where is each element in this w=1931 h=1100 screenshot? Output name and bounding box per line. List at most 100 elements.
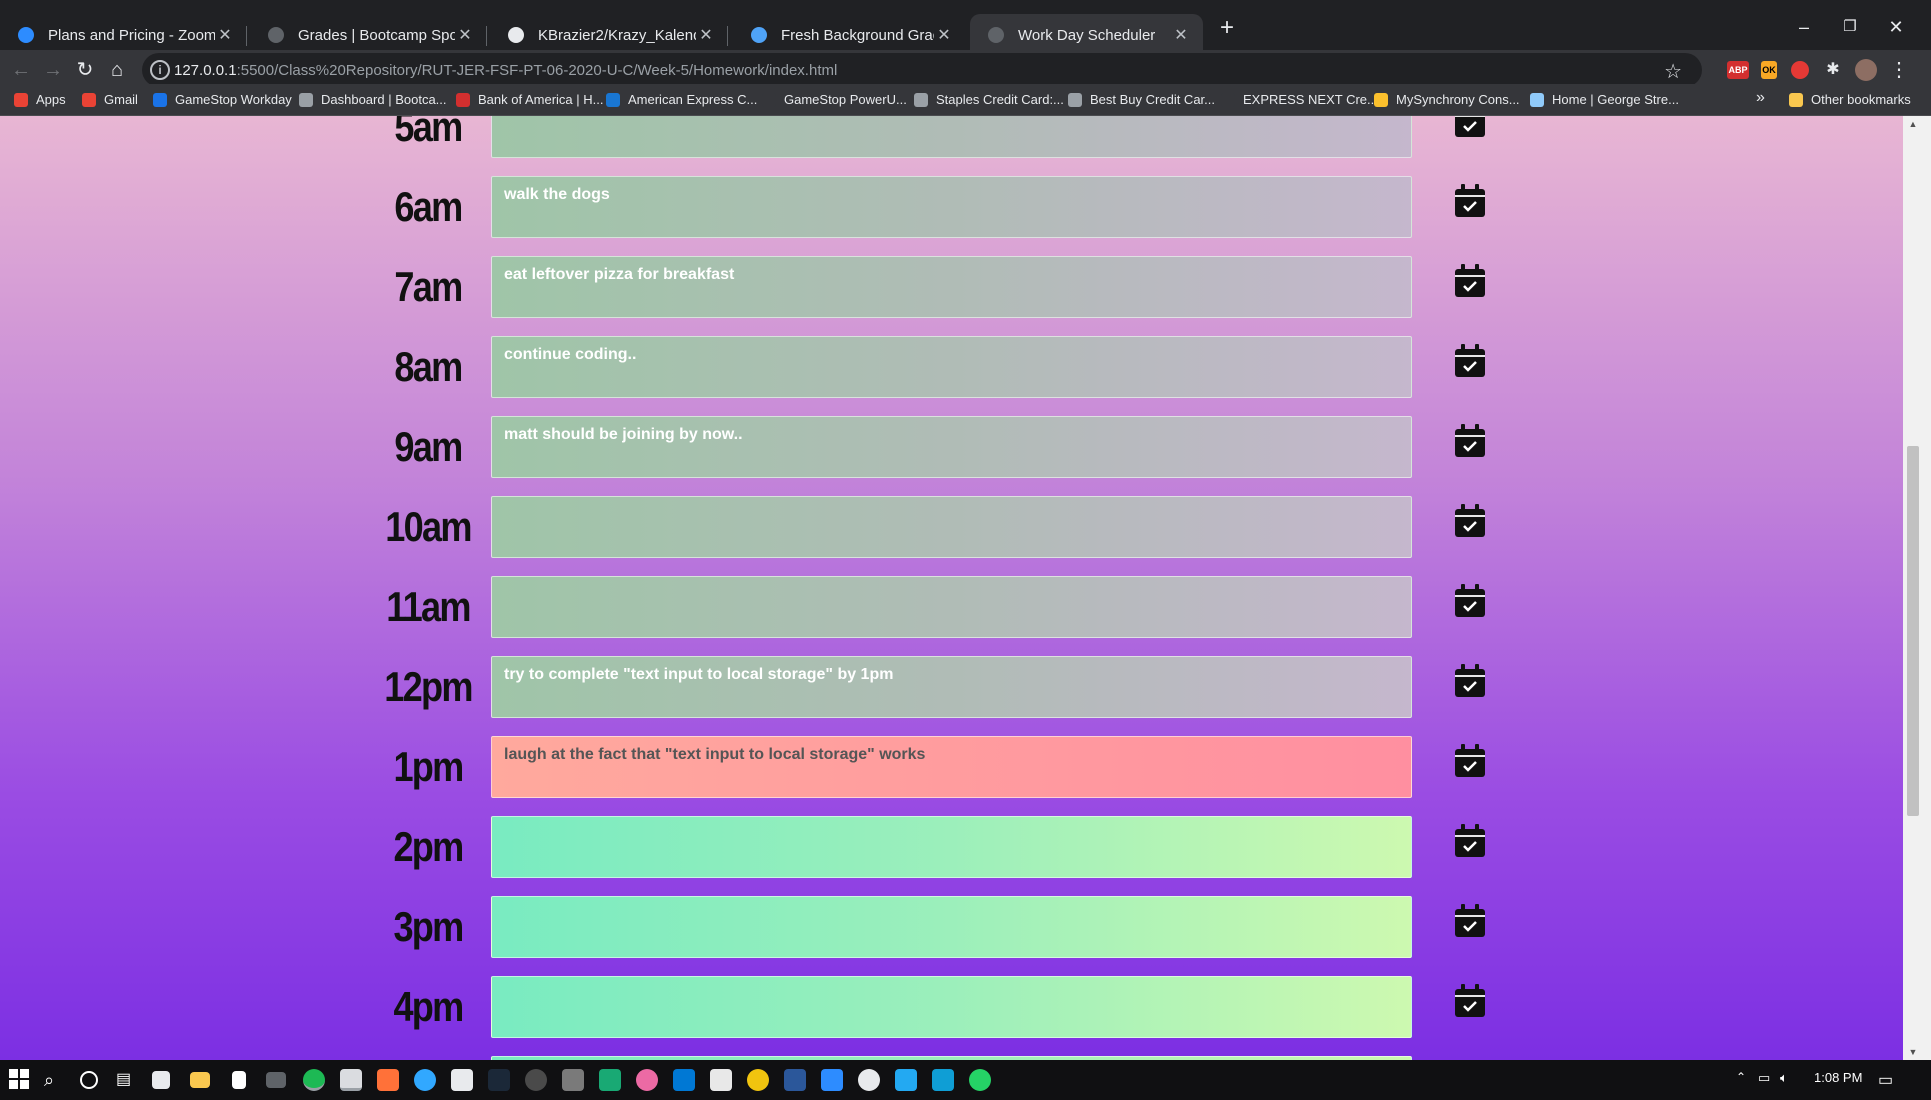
bookmark-item[interactable]: Bank of America | H... bbox=[456, 92, 603, 107]
extension-ok-icon[interactable]: OK bbox=[1761, 61, 1777, 79]
hour-label: 4pm bbox=[393, 983, 464, 1030]
bookmark-item[interactable]: American Express C... bbox=[606, 92, 757, 107]
bookmark-item[interactable]: Home | George Stre... bbox=[1530, 92, 1679, 107]
save-button[interactable] bbox=[1454, 424, 1486, 458]
task-textarea[interactable] bbox=[491, 576, 1412, 638]
back-arrow-icon[interactable]: ← bbox=[6, 55, 36, 85]
tab-close-icon[interactable]: ✕ bbox=[934, 25, 954, 45]
bookmark-item[interactable]: Gmail bbox=[82, 92, 138, 107]
time-block-row: 4pm bbox=[0, 976, 1903, 1038]
notepad-icon[interactable] bbox=[232, 1071, 246, 1089]
clock[interactable]: 1:08 PM bbox=[1814, 1070, 1862, 1085]
taskbar-app-icon[interactable] bbox=[673, 1069, 695, 1091]
save-button[interactable] bbox=[1454, 904, 1486, 938]
url-text[interactable]: 127.0.0.1:5500/Class%20Repository/RUT-JE… bbox=[174, 62, 837, 79]
recorder-extension-icon[interactable] bbox=[1791, 61, 1809, 79]
task-textarea[interactable] bbox=[491, 116, 1412, 158]
scroll-down-arrow-icon[interactable]: ▼ bbox=[1903, 1044, 1923, 1060]
save-button[interactable] bbox=[1454, 584, 1486, 618]
save-button[interactable] bbox=[1454, 116, 1486, 138]
tab-close-icon[interactable]: ✕ bbox=[696, 25, 716, 45]
task-textarea[interactable] bbox=[491, 976, 1412, 1038]
scrollbar-thumb[interactable] bbox=[1907, 446, 1919, 816]
home-icon[interactable]: ⌂ bbox=[102, 55, 132, 85]
taskbar-app-icon[interactable] bbox=[525, 1069, 547, 1091]
tray-chevron-icon[interactable]: ⌃ bbox=[1736, 1070, 1746, 1084]
taskbar-app-icon[interactable] bbox=[821, 1069, 843, 1091]
taskbar-app-icon[interactable] bbox=[710, 1069, 732, 1091]
bookmark-item[interactable]: Apps bbox=[14, 92, 66, 107]
tab-close-icon[interactable]: ✕ bbox=[1171, 25, 1191, 45]
bookmark-item[interactable]: Best Buy Credit Car... bbox=[1068, 92, 1215, 107]
page-scrollbar[interactable]: ▲ ▼ bbox=[1903, 116, 1931, 1060]
forward-arrow-icon[interactable]: → bbox=[38, 55, 68, 85]
minimize-button[interactable]: – bbox=[1784, 12, 1824, 42]
taskbar-app-icon[interactable] bbox=[932, 1069, 954, 1091]
new-tab-button[interactable]: + bbox=[1213, 14, 1241, 42]
task-textarea[interactable]: laugh at the fact that "text input to lo… bbox=[491, 736, 1412, 798]
task-textarea[interactable] bbox=[491, 496, 1412, 558]
address-bar[interactable]: i 127.0.0.1:5500/Class%20Repository/RUT-… bbox=[142, 53, 1702, 87]
save-button[interactable] bbox=[1454, 184, 1486, 218]
notification-center-icon[interactable]: ▭ bbox=[1878, 1070, 1893, 1090]
store-icon[interactable] bbox=[152, 1071, 170, 1089]
taskbar-app-icon[interactable] bbox=[340, 1069, 362, 1091]
other-bookmarks[interactable]: Other bookmarks bbox=[1789, 92, 1911, 107]
tab-close-icon[interactable]: ✕ bbox=[215, 25, 235, 45]
save-button[interactable] bbox=[1454, 984, 1486, 1018]
taskbar-app-icon[interactable] bbox=[599, 1069, 621, 1091]
taskbar-app-icon[interactable] bbox=[858, 1069, 880, 1091]
bookmark-item[interactable]: MySynchrony Cons... bbox=[1374, 92, 1520, 107]
taskbar-app-icon[interactable] bbox=[636, 1069, 658, 1091]
task-view-icon[interactable]: ▤ bbox=[116, 1069, 138, 1091]
site-info-icon[interactable]: i bbox=[150, 60, 170, 80]
taskbar-app-icon[interactable] bbox=[451, 1069, 473, 1091]
profile-avatar[interactable] bbox=[1855, 59, 1877, 81]
tab-close-icon[interactable]: ✕ bbox=[455, 25, 475, 45]
taskbar-app-icon[interactable] bbox=[969, 1069, 991, 1091]
save-button[interactable] bbox=[1454, 824, 1486, 858]
taskbar-app-icon[interactable] bbox=[377, 1069, 399, 1091]
bookmark-item[interactable]: GameStop PowerU... bbox=[762, 92, 907, 107]
bookmark-item[interactable]: EXPRESS NEXT Cre... bbox=[1221, 92, 1378, 107]
bookmark-star-icon[interactable]: ☆ bbox=[1664, 59, 1682, 84]
photos-icon[interactable] bbox=[266, 1072, 286, 1088]
task-textarea[interactable]: eat leftover pizza for breakfast bbox=[491, 256, 1412, 318]
cortana-icon[interactable] bbox=[80, 1071, 98, 1089]
menu-kebab-icon[interactable]: ⋮ bbox=[1884, 55, 1914, 85]
task-textarea[interactable]: continue coding.. bbox=[491, 336, 1412, 398]
taskbar-app-icon[interactable] bbox=[562, 1069, 584, 1091]
puzzle-extensions-icon[interactable]: ✱ bbox=[1818, 55, 1848, 85]
taskbar-app-icon[interactable] bbox=[303, 1069, 325, 1091]
restore-button[interactable]: ❐ bbox=[1830, 12, 1870, 42]
task-textarea[interactable] bbox=[491, 896, 1412, 958]
task-textarea[interactable] bbox=[491, 816, 1412, 878]
volume-icon[interactable]: 🔈︎ bbox=[1780, 1070, 1788, 1086]
bookmark-item[interactable]: Staples Credit Card:... bbox=[914, 92, 1064, 107]
bookmark-item[interactable]: GameStop Workday bbox=[153, 92, 292, 107]
save-button[interactable] bbox=[1454, 344, 1486, 378]
taskbar-app-icon[interactable] bbox=[747, 1069, 769, 1091]
scroll-up-arrow-icon[interactable]: ▲ bbox=[1903, 116, 1923, 132]
task-textarea[interactable]: try to complete "text input to local sto… bbox=[491, 656, 1412, 718]
save-button[interactable] bbox=[1454, 504, 1486, 538]
bookmark-item[interactable]: Dashboard | Bootca... bbox=[299, 92, 447, 107]
network-icon[interactable]: ▭ bbox=[1758, 1070, 1770, 1086]
bookmarks-overflow-chevron[interactable]: » bbox=[1756, 89, 1765, 107]
taskbar-app-icon[interactable] bbox=[895, 1069, 917, 1091]
close-window-button[interactable]: ✕ bbox=[1876, 12, 1916, 42]
taskbar-app-icon[interactable] bbox=[488, 1069, 510, 1091]
file-explorer-icon[interactable] bbox=[190, 1072, 210, 1088]
windows-start-icon[interactable] bbox=[9, 1069, 31, 1091]
save-button[interactable] bbox=[1454, 264, 1486, 298]
adblock-extension-icon[interactable]: ABP bbox=[1727, 61, 1749, 79]
save-button[interactable] bbox=[1454, 664, 1486, 698]
task-textarea[interactable]: matt should be joining by now.. bbox=[491, 416, 1412, 478]
taskbar-app-icon[interactable] bbox=[414, 1069, 436, 1091]
taskbar-app-icon[interactable] bbox=[784, 1069, 806, 1091]
task-textarea[interactable]: walk the dogs bbox=[491, 176, 1412, 238]
search-icon[interactable]: ⌕ bbox=[44, 1069, 66, 1091]
reload-icon[interactable]: ↻ bbox=[70, 55, 100, 85]
save-button[interactable] bbox=[1454, 744, 1486, 778]
bookmark-label: Apps bbox=[36, 92, 66, 107]
